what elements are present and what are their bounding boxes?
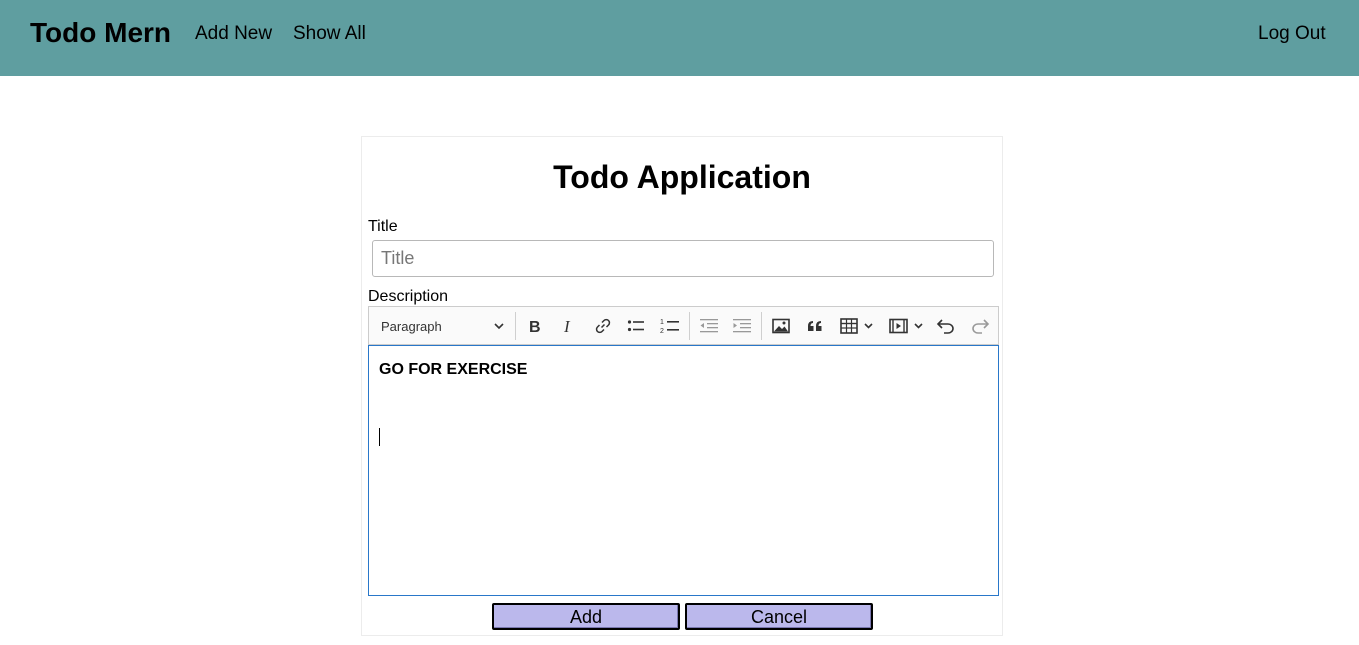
toolbar-divider xyxy=(761,312,762,340)
heading-dropdown-value: Paragraph xyxy=(381,318,442,334)
brand-logo[interactable]: Todo Mern xyxy=(30,16,171,50)
media-icon[interactable] xyxy=(885,307,929,345)
svg-text:1: 1 xyxy=(660,319,664,326)
nav-log-out[interactable]: Log Out xyxy=(1258,22,1326,46)
numbered-list-icon[interactable]: 1 2 xyxy=(657,307,683,345)
bulleted-list-icon[interactable] xyxy=(623,307,649,345)
description-label: Description xyxy=(368,288,449,305)
svg-text:2: 2 xyxy=(660,328,664,335)
description-editor[interactable]: GO FOR EXERCISE xyxy=(368,345,999,596)
editor-content: GO FOR EXERCISE xyxy=(379,361,528,378)
chevron-down-icon xyxy=(493,320,505,332)
undo-icon[interactable] xyxy=(933,307,959,345)
toolbar-divider xyxy=(689,312,690,340)
editor-toolbar: Paragraph B I 1 2 xyxy=(368,306,999,345)
redo-icon[interactable] xyxy=(967,307,993,345)
heading-dropdown[interactable]: Paragraph xyxy=(375,307,509,345)
nav-show-all[interactable]: Show All xyxy=(293,22,366,46)
table-icon[interactable] xyxy=(836,307,880,345)
toolbar-divider xyxy=(515,312,516,340)
title-input[interactable] xyxy=(372,240,994,277)
bold-icon[interactable]: B xyxy=(522,307,548,345)
todo-form-card: Todo Application Title Description Parag… xyxy=(361,136,1003,636)
link-icon[interactable] xyxy=(590,307,616,345)
navbar: Todo Mern Add New Show All Log Out xyxy=(0,0,1359,76)
nav-add-new[interactable]: Add New xyxy=(195,22,272,46)
text-cursor xyxy=(379,428,380,446)
outdent-icon[interactable] xyxy=(696,307,722,345)
page-title: Todo Application xyxy=(553,159,811,195)
indent-icon[interactable] xyxy=(729,307,755,345)
svg-text:B: B xyxy=(529,319,541,334)
svg-text:I: I xyxy=(563,318,571,334)
italic-icon[interactable]: I xyxy=(556,307,582,345)
cancel-button[interactable]: Cancel xyxy=(685,603,873,630)
add-button[interactable]: Add xyxy=(492,603,680,630)
blockquote-icon[interactable] xyxy=(802,307,828,345)
title-label: Title xyxy=(368,218,398,235)
image-icon[interactable] xyxy=(768,307,794,345)
